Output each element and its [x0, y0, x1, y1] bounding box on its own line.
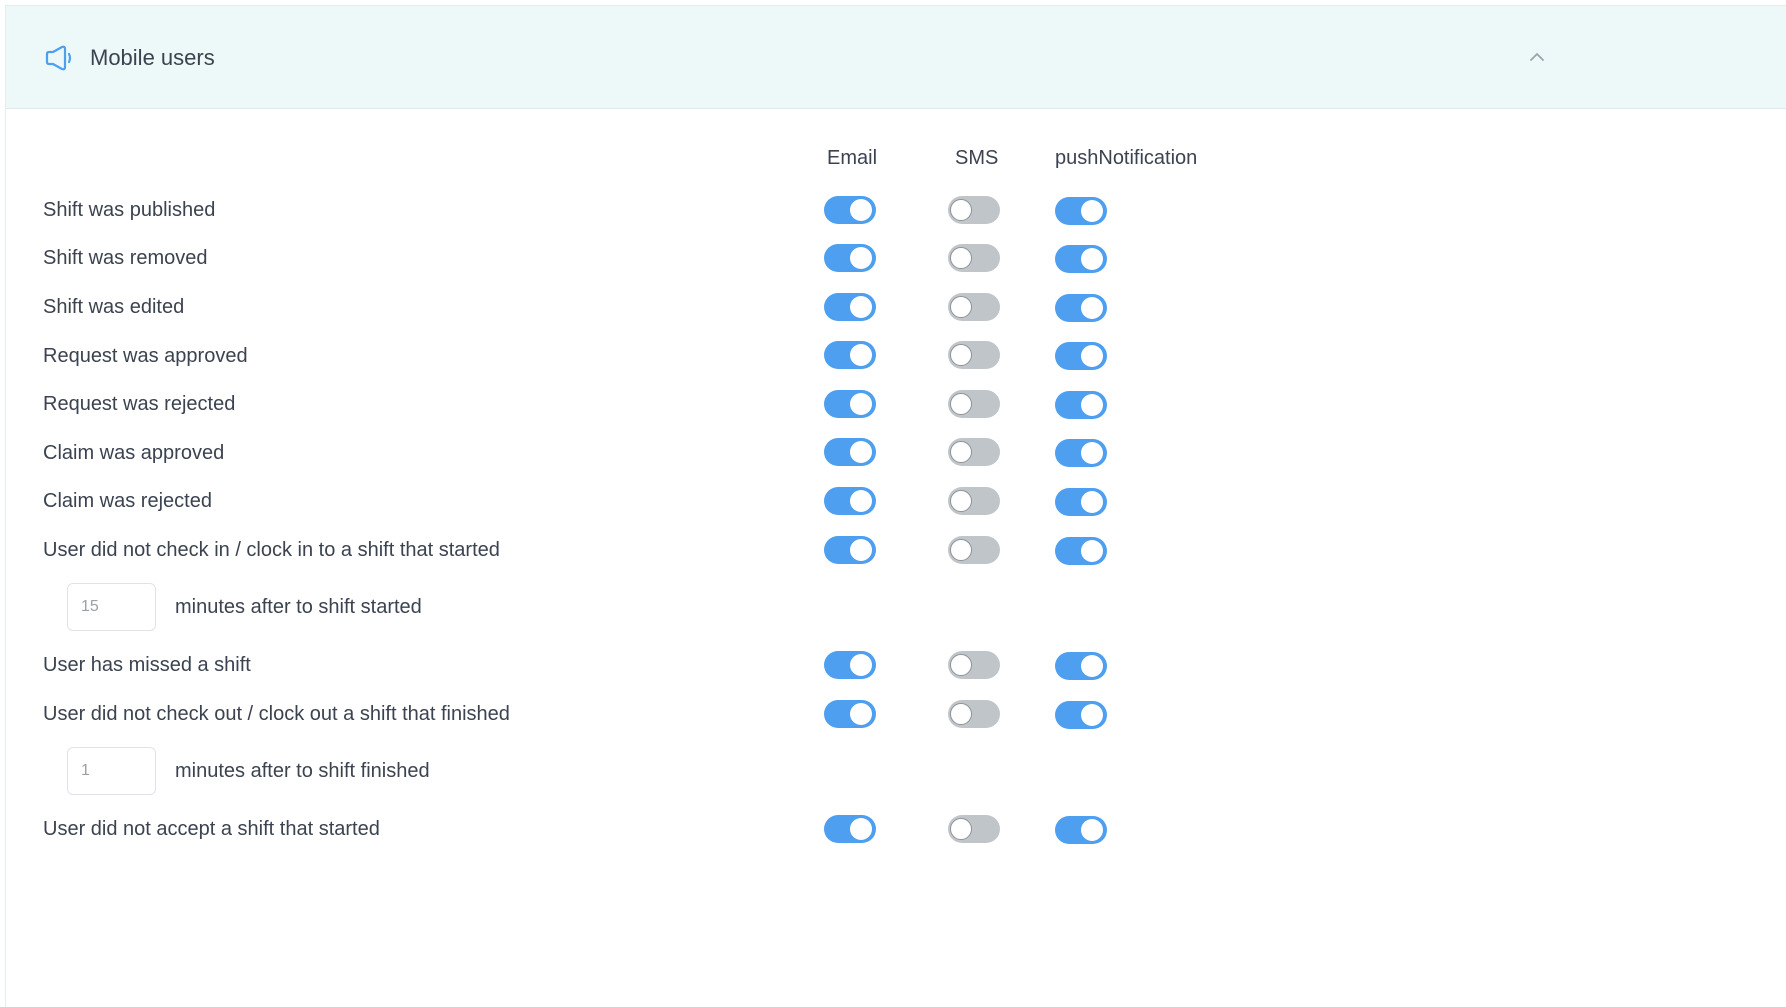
checkin-minutes-input[interactable]	[67, 583, 156, 631]
row-label-not-accepted: User did not accept a shift that started	[43, 818, 380, 840]
toggle-sms-no-checkin[interactable]	[948, 536, 1000, 564]
row-label-no-checkout: User did not check out / clock out a shi…	[43, 703, 510, 725]
toggle-knob	[850, 247, 872, 269]
row-label-no-checkin: User did not check in / clock in to a sh…	[43, 539, 500, 561]
toggle-sms-request-rejected[interactable]	[948, 390, 1000, 418]
toggle-push-not-accepted[interactable]	[1055, 816, 1107, 844]
toggle-push-missed-shift[interactable]	[1055, 652, 1107, 680]
toggle-push-request-rejected[interactable]	[1055, 391, 1107, 419]
toggle-knob	[850, 490, 872, 512]
toggle-sms-request-approved[interactable]	[948, 341, 1000, 369]
toggle-knob	[950, 296, 972, 318]
toggle-knob	[1081, 248, 1103, 270]
toggle-knob	[950, 539, 972, 561]
toggle-knob	[1081, 297, 1103, 319]
checkin-minutes-label: minutes after to shift started	[175, 596, 422, 618]
row-label-request-rejected: Request was rejected	[43, 393, 236, 415]
row-label-claim-rejected: Claim was rejected	[43, 490, 212, 512]
toggle-sms-claim-rejected[interactable]	[948, 487, 1000, 515]
toggle-push-shift-edited[interactable]	[1055, 294, 1107, 322]
toggle-knob	[950, 703, 972, 725]
toggle-knob	[950, 818, 972, 840]
panel-header[interactable]: Mobile users	[6, 6, 1786, 109]
toggle-sms-shift-edited[interactable]	[948, 293, 1000, 321]
checkout-minutes-label: minutes after to shift finished	[175, 760, 430, 782]
toggle-push-request-approved[interactable]	[1055, 342, 1107, 370]
toggle-sms-shift-published[interactable]	[948, 196, 1000, 224]
toggle-email-missed-shift[interactable]	[824, 651, 876, 679]
toggle-knob	[850, 441, 872, 463]
toggle-knob	[950, 654, 972, 676]
toggle-knob	[1081, 345, 1103, 367]
toggle-knob	[950, 441, 972, 463]
toggle-knob	[1081, 394, 1103, 416]
toggle-push-shift-published[interactable]	[1055, 197, 1107, 225]
toggle-knob	[950, 490, 972, 512]
toggle-email-no-checkout[interactable]	[824, 700, 876, 728]
toggle-knob	[850, 344, 872, 366]
toggle-email-no-checkin[interactable]	[824, 536, 876, 564]
toggle-knob	[950, 393, 972, 415]
toggle-sms-not-accepted[interactable]	[948, 815, 1000, 843]
toggle-email-shift-edited[interactable]	[824, 293, 876, 321]
toggle-knob	[1081, 491, 1103, 513]
toggle-push-no-checkin[interactable]	[1055, 537, 1107, 565]
toggle-sms-claim-approved[interactable]	[948, 438, 1000, 466]
toggle-knob	[850, 703, 872, 725]
checkout-minutes-input[interactable]	[67, 747, 156, 795]
row-label-shift-removed: Shift was removed	[43, 247, 208, 269]
toggle-push-claim-rejected[interactable]	[1055, 488, 1107, 516]
toggle-knob	[1081, 655, 1103, 677]
row-label-claim-approved: Claim was approved	[43, 442, 225, 464]
toggle-knob	[850, 199, 872, 221]
chevron-up-icon[interactable]	[1528, 51, 1546, 63]
toggle-sms-shift-removed[interactable]	[948, 244, 1000, 272]
toggle-knob	[950, 247, 972, 269]
toggle-email-request-rejected[interactable]	[824, 390, 876, 418]
toggle-knob	[1081, 704, 1103, 726]
toggle-knob	[1081, 540, 1103, 562]
toggle-email-claim-approved[interactable]	[824, 438, 876, 466]
toggle-sms-missed-shift[interactable]	[948, 651, 1000, 679]
toggle-knob	[1081, 442, 1103, 464]
toggle-email-not-accepted[interactable]	[824, 815, 876, 843]
toggle-email-request-approved[interactable]	[824, 341, 876, 369]
column-header-sms: SMS	[955, 147, 999, 169]
toggle-knob	[1081, 200, 1103, 222]
toggle-push-claim-approved[interactable]	[1055, 439, 1107, 467]
toggle-sms-no-checkout[interactable]	[948, 700, 1000, 728]
column-header-push: pushNotification	[1055, 147, 1198, 169]
toggle-knob	[850, 539, 872, 561]
mobile-users-panel: Mobile users	[5, 5, 1786, 1007]
toggle-push-shift-removed[interactable]	[1055, 245, 1107, 273]
toggle-email-shift-published[interactable]	[824, 196, 876, 224]
toggle-knob	[950, 199, 972, 221]
row-label-shift-published: Shift was published	[43, 199, 216, 221]
toggle-knob	[950, 344, 972, 366]
toggle-knob	[850, 393, 872, 415]
toggle-knob	[850, 654, 872, 676]
toggle-knob	[850, 296, 872, 318]
toggle-email-shift-removed[interactable]	[824, 244, 876, 272]
toggle-knob	[850, 818, 872, 840]
toggle-push-no-checkout[interactable]	[1055, 701, 1107, 729]
row-label-shift-edited: Shift was edited	[43, 296, 185, 318]
megaphone-icon	[45, 45, 72, 71]
column-header-email: Email	[827, 147, 878, 169]
row-label-missed-shift: User has missed a shift	[43, 654, 251, 676]
row-label-request-approved: Request was approved	[43, 345, 248, 367]
panel-title: Mobile users	[90, 45, 215, 70]
toggle-knob	[1081, 819, 1103, 841]
toggle-email-claim-rejected[interactable]	[824, 487, 876, 515]
